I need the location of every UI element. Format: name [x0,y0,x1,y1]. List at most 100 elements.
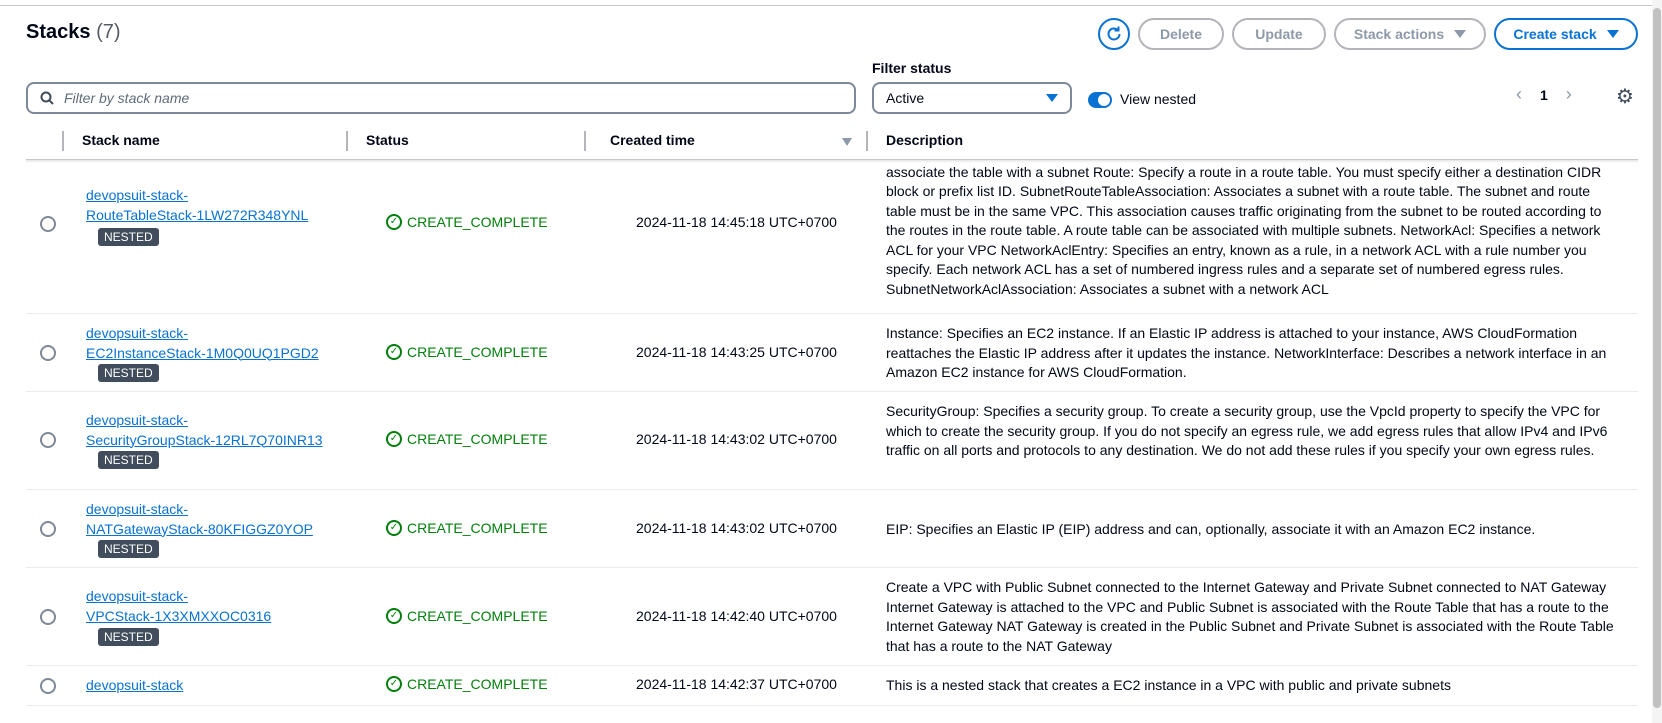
stack-name-link[interactable]: devopsuit-stack- VPCStack-1X3XMXXOC0316 [86,587,271,626]
nested-badge: NESTED [98,628,159,646]
check-circle-icon: ✓ [386,608,402,624]
stack-name-line1[interactable]: devopsuit-stack- [86,324,319,344]
filter-status-value: Active [886,90,925,106]
nested-badge: NESTED [98,364,159,382]
created-time: 2024-11-18 14:42:40 UTC+0700 [636,608,837,624]
check-circle-icon: ✓ [386,344,402,360]
description: RouteTable: Specifies a route table for … [886,163,1602,297]
stacks-table-body: devopsuit-stack- RouteTableStack-1LW272R… [26,160,1638,723]
page-title: Stacks (7) [26,21,121,44]
nested-badge: NESTED [98,451,159,469]
col-status[interactable]: Status [366,132,409,148]
stack-name-link[interactable]: devopsuit-stack- SecurityGroupStack-12RL… [86,411,323,450]
created-time: 2024-11-18 14:43:02 UTC+0700 [636,520,837,536]
create-stack-button[interactable]: Create stack [1494,18,1638,50]
status-cell: ✓ CREATE_COMPLETE [386,608,548,624]
chevron-left-icon[interactable]: ‹ [1516,84,1522,105]
col-stack-name[interactable]: Stack name [82,132,160,148]
table-row[interactable]: devopsuit-stack- SecurityGroupStack-12RL… [26,392,1638,490]
column-divider[interactable] [584,131,586,151]
status-cell: ✓ CREATE_COMPLETE [386,520,548,536]
settings-gear-icon[interactable]: ⚙ [1616,84,1634,109]
description: EIP: Specifies an Elastic IP (EIP) addre… [886,521,1536,537]
table-header: Stack name Status Created time Descripti… [26,128,1638,160]
caret-down-icon [1606,30,1619,38]
status-text: CREATE_COMPLETE [407,676,548,692]
stack-actions-label: Stack actions [1353,26,1445,42]
check-circle-icon: ✓ [386,431,402,447]
column-divider[interactable] [346,131,348,151]
stack-count: (7) [96,21,121,43]
stack-name-link[interactable]: devopsuit-stack- RouteTableStack-1LW272R… [86,186,308,225]
description: This is a nested stack that creates a EC… [886,677,1451,693]
chevron-right-icon[interactable]: › [1566,84,1572,105]
pagination: ‹ 1 › [1516,84,1572,105]
table-row[interactable]: devopsuit-stack ✓ CREATE_COMPLETE 2024-1… [26,666,1638,706]
update-button[interactable]: Update [1232,18,1326,50]
description: Create a VPC with Public Subnet connecte… [886,579,1614,654]
search-field[interactable] [26,82,856,114]
stack-name-line1[interactable]: devopsuit-stack- [86,587,271,607]
column-divider [62,131,64,151]
delete-button[interactable]: Delete [1138,18,1224,50]
table-row[interactable]: devopsuit-stack- EC2InstanceStack-1M0Q0U… [26,314,1638,392]
stack-name-line2[interactable]: NATGatewayStack-80KFIGGZ0YOP [86,520,313,540]
stack-name-link[interactable]: devopsuit-stack [86,676,183,696]
stack-name-line1[interactable]: devopsuit-stack- [86,411,323,431]
stack-name-link[interactable]: devopsuit-stack- NATGatewayStack-80KFIGG… [86,500,313,539]
created-time: 2024-11-18 14:42:37 UTC+0700 [636,676,837,692]
sort-descending-icon[interactable] [842,138,852,146]
filter-status-select[interactable]: Active [872,82,1072,114]
check-circle-icon: ✓ [386,520,402,536]
nested-badge: NESTED [98,540,159,558]
stack-name-line1[interactable]: devopsuit-stack [86,676,183,696]
status-cell: ✓ CREATE_COMPLETE [386,431,548,447]
status-cell: ✓ CREATE_COMPLETE [386,344,548,360]
scrollbar-thumb[interactable] [1653,8,1661,708]
scrollbar-track[interactable] [1652,0,1662,723]
caret-down-icon [1046,94,1058,102]
refresh-button[interactable] [1098,18,1130,50]
stack-name-line2[interactable]: VPCStack-1X3XMXXOC0316 [86,607,271,627]
created-time: 2024-11-18 14:43:25 UTC+0700 [636,344,837,360]
table-row[interactable]: devopsuit-stack- NATGatewayStack-80KFIGG… [26,490,1638,568]
create-stack-label: Create stack [1513,26,1597,42]
search-input[interactable] [64,90,824,106]
row-select-radio[interactable] [40,521,56,537]
stack-name-line2[interactable]: RouteTableStack-1LW272R348YNL [86,206,308,226]
status-text: CREATE_COMPLETE [407,520,548,536]
created-time: 2024-11-18 14:43:02 UTC+0700 [636,431,837,447]
check-circle-icon: ✓ [386,676,402,692]
table-row[interactable]: devopsuit-stack- VPCStack-1X3XMXXOC0316 … [26,568,1638,666]
check-circle-icon: ✓ [386,214,402,230]
row-select-radio[interactable] [40,678,56,694]
stack-actions-button[interactable]: Stack actions [1334,18,1486,50]
row-select-radio[interactable] [40,216,56,232]
page-number[interactable]: 1 [1540,87,1548,103]
row-select-radio[interactable] [40,345,56,361]
status-cell: ✓ CREATE_COMPLETE [386,676,548,692]
row-select-radio[interactable] [40,432,56,448]
stack-name-line2[interactable]: EC2InstanceStack-1M0Q0UQ1PGD2 [86,344,319,364]
caret-down-icon [1454,30,1467,38]
toggle-knob [1098,94,1110,106]
view-nested-toggle[interactable] [1088,92,1112,108]
stack-name-line1[interactable]: devopsuit-stack- [86,186,308,206]
col-created-time[interactable]: Created time [610,132,695,148]
table-row[interactable]: devopsuit-stack- RouteTableStack-1LW272R… [26,160,1638,314]
stack-name-link[interactable]: devopsuit-stack- EC2InstanceStack-1M0Q0U… [86,324,319,363]
column-divider[interactable] [866,131,868,151]
stack-name-line1[interactable]: devopsuit-stack- [86,500,313,520]
created-time: 2024-11-18 14:45:18 UTC+0700 [636,214,837,230]
status-text: CREATE_COMPLETE [407,608,548,624]
row-select-radio[interactable] [40,609,56,625]
status-text: CREATE_COMPLETE [407,214,548,230]
view-nested-label: View nested [1120,91,1197,107]
status-cell: ✓ CREATE_COMPLETE [386,214,548,230]
description: Instance: Specifies an EC2 instance. If … [886,325,1607,380]
status-text: CREATE_COMPLETE [407,344,548,360]
top-divider [0,5,1662,6]
stack-name-line2[interactable]: SecurityGroupStack-12RL7Q70INR13 [86,431,323,451]
nested-badge: NESTED [98,228,159,246]
col-description: Description [886,132,964,148]
